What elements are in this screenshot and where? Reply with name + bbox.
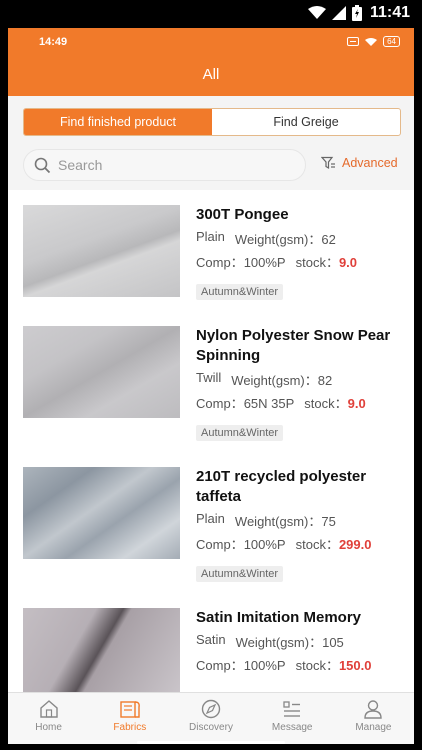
product-card[interactable]: Nylon Polyester Snow Pear Spinning Twill… bbox=[8, 311, 414, 452]
product-thumbnail bbox=[23, 326, 180, 418]
compass-icon bbox=[201, 699, 221, 719]
stock-value: 9.0 bbox=[338, 255, 358, 270]
list-icon bbox=[283, 701, 301, 717]
weave-type: Satin bbox=[196, 632, 226, 647]
weight-label: Weight(gsm)： bbox=[231, 373, 318, 388]
product-card[interactable]: 300T Pongee Plain Weight(gsm)：62 Comp：10… bbox=[8, 190, 414, 331]
weight-label: Weight(gsm)： bbox=[235, 635, 323, 650]
stock-value: 150.0 bbox=[338, 658, 372, 673]
comp-label: Comp： bbox=[196, 658, 244, 673]
comp-label: Comp： bbox=[196, 255, 244, 270]
weight-label: Weight(gsm)： bbox=[234, 232, 322, 247]
season-tag: Autumn&Winter bbox=[196, 566, 284, 582]
search-input[interactable]: Search bbox=[23, 149, 306, 181]
inner-battery: 64 bbox=[383, 36, 400, 47]
home-icon bbox=[39, 700, 58, 718]
page-title: All bbox=[202, 66, 220, 83]
stock-label: stock： bbox=[295, 658, 339, 673]
battery-icon bbox=[351, 5, 362, 21]
stock-label: stock： bbox=[295, 255, 339, 270]
product-list: 300T Pongee Plain Weight(gsm)：62 Comp：10… bbox=[8, 190, 414, 692]
bottom-tab-bar: Home Fabrics Discovery Message Manage bbox=[8, 692, 414, 744]
search-icon bbox=[34, 157, 51, 173]
comp-value: 100%P bbox=[243, 658, 286, 673]
tab-manage[interactable]: Manage bbox=[333, 693, 414, 744]
inner-time: 14:49 bbox=[39, 36, 68, 48]
product-thumbnail bbox=[23, 467, 180, 559]
weave-type: Plain bbox=[196, 229, 225, 244]
inner-wifi-icon bbox=[365, 37, 378, 46]
product-type-toggle: Find finished product Find Greige bbox=[23, 108, 401, 136]
tab-message[interactable]: Message bbox=[252, 693, 333, 744]
season-tag: Autumn&Winter bbox=[196, 425, 284, 441]
tab-message-label: Message bbox=[271, 722, 313, 733]
product-name: 300T Pongee bbox=[196, 206, 289, 223]
system-time: 11:41 bbox=[369, 4, 410, 21]
weight-value: 105 bbox=[322, 635, 344, 650]
product-thumbnail bbox=[23, 205, 180, 297]
filter-icon bbox=[321, 156, 335, 170]
notification-icon bbox=[347, 37, 360, 46]
weight-value: 75 bbox=[321, 514, 336, 529]
tab-find-greige[interactable]: Find Greige bbox=[212, 109, 400, 135]
stock-label: stock： bbox=[304, 396, 348, 411]
product-thumbnail bbox=[23, 608, 180, 692]
signal-icon bbox=[331, 6, 346, 20]
comp-value: 100%P bbox=[243, 255, 286, 270]
tab-home-label: Home bbox=[35, 722, 62, 733]
weave-type: Twill bbox=[196, 370, 222, 385]
weight-value: 62 bbox=[321, 232, 336, 247]
product-name: 210T recycled polyester taffeta bbox=[196, 468, 367, 505]
search-placeholder: Search bbox=[58, 157, 103, 173]
comp-label: Comp： bbox=[196, 396, 244, 411]
weave-type: Plain bbox=[196, 511, 225, 526]
fabrics-icon bbox=[120, 701, 140, 718]
wifi-icon bbox=[307, 6, 326, 19]
comp-label: Comp： bbox=[196, 537, 244, 552]
weight-value: 82 bbox=[317, 373, 333, 388]
tab-fabrics[interactable]: Fabrics bbox=[89, 693, 170, 744]
stock-value: 299.0 bbox=[338, 537, 372, 552]
app-screen: 14:49 64 All Find finished product Find … bbox=[8, 28, 414, 744]
tab-discovery[interactable]: Discovery bbox=[170, 693, 251, 744]
advanced-filter-button[interactable]: Advanced bbox=[321, 156, 398, 170]
product-card[interactable]: 210T recycled polyester taffeta Plain We… bbox=[8, 452, 414, 593]
stock-label: stock： bbox=[295, 537, 339, 552]
system-status-bar: 11:41 bbox=[0, 0, 422, 28]
product-card[interactable]: Satin Imitation Memory Satin Weight(gsm)… bbox=[8, 593, 414, 692]
comp-value: 65N 35P bbox=[243, 396, 295, 411]
comp-value: 100%P bbox=[243, 537, 286, 552]
weight-label: Weight(gsm)： bbox=[234, 514, 322, 529]
app-header: 14:49 64 All bbox=[8, 28, 414, 96]
tab-discovery-label: Discovery bbox=[189, 722, 233, 733]
product-name: Satin Imitation Memory bbox=[196, 609, 362, 626]
tab-fabrics-label: Fabrics bbox=[113, 722, 147, 733]
user-icon bbox=[364, 700, 383, 719]
advanced-label: Advanced bbox=[342, 156, 398, 170]
tab-manage-label: Manage bbox=[355, 722, 392, 733]
product-name: Nylon Polyester Snow Pear Spinning bbox=[196, 327, 391, 364]
tab-home[interactable]: Home bbox=[8, 693, 89, 744]
stock-value: 9.0 bbox=[347, 396, 366, 411]
tab-find-finished-product[interactable]: Find finished product bbox=[24, 109, 212, 135]
season-tag: Autumn&Winter bbox=[196, 284, 284, 300]
home-indicator[interactable] bbox=[137, 741, 285, 744]
inner-status-bar: 14:49 64 bbox=[8, 36, 414, 50]
